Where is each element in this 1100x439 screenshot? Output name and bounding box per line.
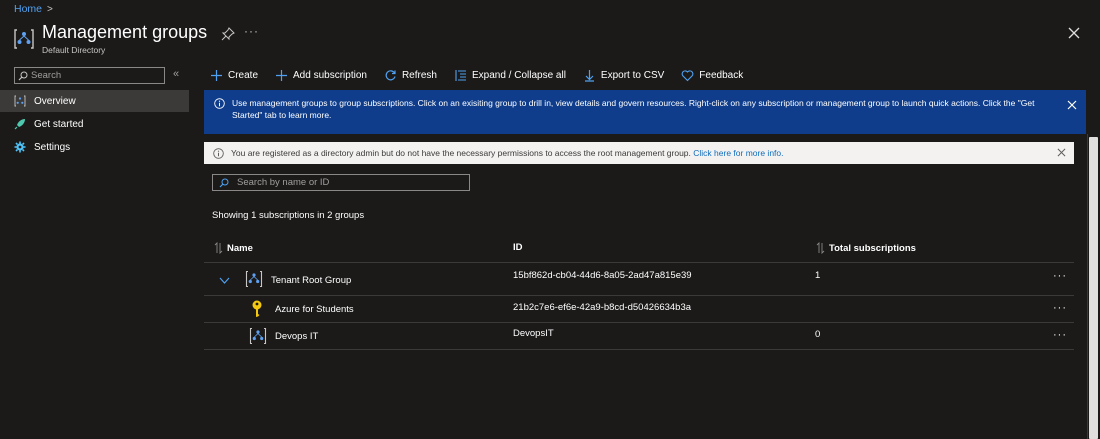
nav-search-input[interactable]	[31, 70, 156, 81]
feedback-button[interactable]: Feedback	[681, 69, 743, 82]
add-subscription-button[interactable]: Add subscription	[275, 69, 367, 82]
column-id-label: ID	[513, 242, 523, 253]
more-options-icon[interactable]: ···	[244, 24, 259, 38]
sidebar-item-get-started[interactable]: Get started	[0, 113, 189, 135]
breadcrumb-separator: >	[47, 3, 53, 15]
column-total-label: Total subscriptions	[829, 242, 916, 254]
expand-collapse-icon	[455, 69, 466, 81]
more-info-link[interactable]: Click here for more info.	[693, 148, 783, 158]
page-subtitle: Default Directory	[42, 45, 106, 55]
refresh-icon	[385, 69, 396, 80]
collapse-nav-icon[interactable]: «	[173, 68, 179, 80]
total-subscriptions-link[interactable]: 0	[815, 329, 820, 340]
column-name-label: Name	[227, 242, 253, 254]
key-icon	[252, 300, 262, 317]
search-icon	[18, 71, 28, 80]
chevron-down-icon[interactable]	[219, 277, 230, 284]
results-count: Showing 1 subscriptions in 2 groups	[212, 210, 365, 221]
subscription-link[interactable]: Azure for Students	[275, 304, 354, 315]
row-more-icon[interactable]: ···	[1053, 302, 1067, 314]
group-link[interactable]: Devops IT	[275, 331, 318, 342]
breadcrumb-home-link[interactable]: Home	[14, 3, 42, 15]
sidebar-item-label: Settings	[34, 141, 71, 153]
management-group-icon	[249, 327, 267, 345]
column-header-total[interactable]: Total subscriptions	[816, 242, 916, 254]
subscription-id: 21b2c7e6-ef6e-42a9-b8cd-d50426634b3a	[513, 302, 692, 313]
sort-icon	[816, 242, 825, 254]
heart-icon	[681, 69, 694, 81]
sidebar-item-label: Get started	[34, 118, 84, 130]
grid-search-box[interactable]	[212, 174, 470, 191]
group-id: 15bf862d-cb04-44d6-8a05-2ad47a815e39	[513, 270, 692, 281]
plus-icon	[276, 69, 288, 81]
row-divider	[204, 349, 1074, 350]
nav-search-box[interactable]	[14, 67, 165, 84]
group-name[interactable]: Tenant Root Group	[271, 275, 351, 286]
column-header-id: ID	[513, 242, 523, 253]
info-banner: Use management groups to group subscript…	[204, 90, 1086, 134]
breadcrumb: Home >	[14, 3, 53, 15]
rocket-icon	[14, 119, 25, 130]
feedback-label: Feedback	[699, 69, 744, 81]
dismiss-permission-icon[interactable]	[1057, 148, 1066, 157]
dismiss-info-icon[interactable]	[1067, 100, 1077, 110]
group-id: DevopsIT	[513, 328, 554, 339]
column-header-name[interactable]: Name	[214, 242, 253, 254]
export-csv-button[interactable]: Export to CSV	[583, 69, 664, 82]
plus-icon	[211, 69, 222, 81]
page-title: Management groups	[42, 22, 208, 42]
refresh-label: Refresh	[401, 69, 437, 81]
grid-search-input[interactable]	[237, 177, 462, 188]
info-icon	[214, 98, 225, 109]
create-label: Create	[228, 69, 259, 81]
search-icon	[219, 178, 229, 187]
sort-icon	[214, 242, 223, 254]
management-group-icon	[14, 29, 34, 49]
gear-icon	[14, 141, 26, 153]
close-icon[interactable]	[1067, 26, 1081, 40]
row-more-icon[interactable]: ···	[1053, 270, 1067, 282]
command-bar: Create Add subscription Refresh Expand /…	[210, 66, 743, 84]
permission-banner: You are registered as a directory admin …	[204, 142, 1074, 164]
scrollbar-thumb[interactable]	[1089, 137, 1098, 439]
refresh-button[interactable]: Refresh	[384, 69, 437, 82]
info-banner-text: Use management groups to group subscript…	[232, 98, 1035, 120]
management-group-icon	[14, 95, 26, 107]
total-subscriptions-link[interactable]: 1	[815, 270, 820, 281]
add-subscription-label: Add subscription	[293, 69, 367, 81]
row-more-icon[interactable]: ···	[1053, 329, 1067, 341]
sidebar-item-settings[interactable]: Settings	[0, 136, 189, 158]
expand-collapse-button[interactable]: Expand / Collapse all	[454, 69, 566, 82]
pin-icon[interactable]	[221, 27, 235, 41]
expand-collapse-label: Expand / Collapse all	[471, 69, 566, 81]
create-button[interactable]: Create	[210, 69, 258, 82]
info-icon	[213, 147, 224, 159]
export-csv-label: Export to CSV	[600, 69, 665, 81]
sidebar-item-overview[interactable]: Overview	[0, 90, 189, 112]
permission-banner-text: You are registered as a directory admin …	[231, 148, 784, 158]
management-group-icon	[245, 270, 263, 288]
permission-message: You are registered as a directory admin …	[231, 148, 691, 158]
table-row[interactable]	[204, 323, 1074, 349]
sidebar-item-label: Overview	[34, 95, 76, 107]
download-icon	[584, 69, 594, 82]
